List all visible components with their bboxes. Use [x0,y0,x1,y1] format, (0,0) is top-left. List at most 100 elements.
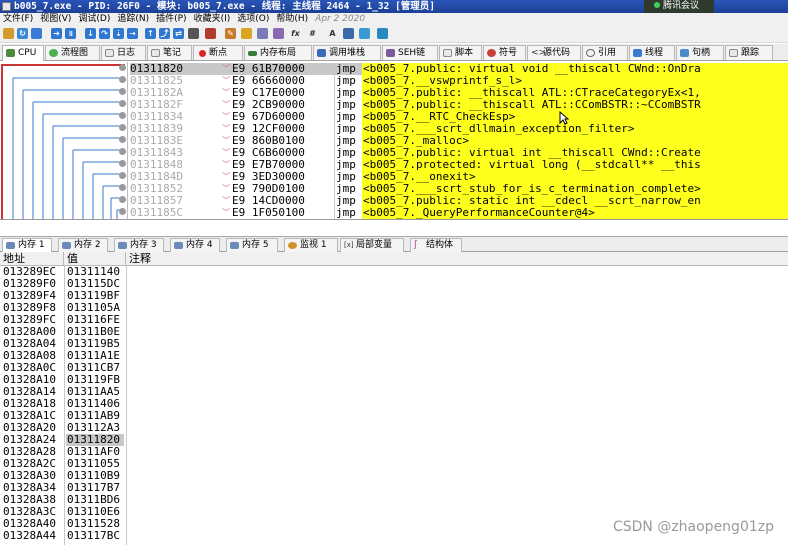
execute-till-return-icon[interactable]: ⤴ [159,28,170,39]
breakpoint-dot[interactable] [119,196,126,203]
step-into-icon[interactable]: ↓ [85,28,96,39]
tab-watch-1[interactable]: 监视 1 [284,238,338,252]
function-icon[interactable]: fx [290,28,301,39]
font-icon[interactable]: A [327,28,338,39]
tab-trace[interactable]: 跟踪 [725,45,773,60]
pause-icon[interactable]: ॥ [65,28,76,39]
build-date: Apr 2 2020 [315,14,366,24]
tab-notes[interactable]: 笔记 [147,45,192,60]
tab-source[interactable]: <> 源代码 [527,45,581,60]
tab-memory-2[interactable]: 内存 2 [58,238,108,252]
tab-locals[interactable]: [x] 局部变量 [340,238,404,252]
disasm-row[interactable]: 01311839 ﹀ E9 12CF0000 jmp <b005_7.___scrt_d… [130,123,788,135]
script-icon[interactable] [188,28,199,39]
trace-into-icon[interactable]: ⇣ [113,28,124,39]
tray-badge[interactable]: 腾讯会议 [644,0,714,13]
breakpoint-dot[interactable] [119,100,126,107]
globe-icon[interactable] [377,28,388,39]
disasm-row[interactable]: 01311843 ﹀ E9 C6B60000 jmp <b005_7.public: v… [130,147,788,159]
run-icon[interactable]: ➜ [51,28,62,39]
memory-table[interactable]: 013289EC 01311140 013289F0 013115DC 013289… [0,266,788,545]
breakpoint-dot[interactable] [119,148,126,155]
disasm-row[interactable]: 01311825 ﹀ E9 66660000 jmp <b005_7.__vswprin… [130,75,788,87]
struct-icon: ʃ [414,240,418,250]
column-header-address[interactable]: 地址 [0,252,64,266]
animate-icon[interactable]: ⇄ [173,28,184,39]
menu-trace[interactable]: 追踪(N) [114,13,153,26]
breakpoint-dot[interactable] [119,76,126,83]
bookmark-icon[interactable] [273,28,284,39]
disasm-row[interactable]: 01311857 ﹀ E9 14CD0000 jmp <b005_7.public: s… [130,195,788,207]
disasm-row[interactable]: 0131182F ﹀ E9 2CB90000 jmp <b005_7.public: _… [130,99,788,111]
menu-view[interactable]: 视图(V) [37,13,75,26]
breakpoint-dot[interactable] [119,88,126,95]
stop-script-icon[interactable] [205,28,216,39]
tab-graph[interactable]: 流程图 [45,45,100,60]
hash-icon[interactable]: # [307,28,318,39]
preferences-icon[interactable] [343,28,354,39]
run-to-user-icon[interactable]: ↑ [145,28,156,39]
disassembly-pane[interactable]: 01311820 ﹀ E9 61B70000 jmp <b005_7.public: v… [0,62,788,220]
breakpoint-dot[interactable] [119,184,126,191]
breakpoint-dot[interactable] [119,112,126,119]
tab-label: 内存 4 [186,240,213,250]
tab-cpu[interactable]: CPU [2,45,44,61]
restart-icon[interactable]: ↻ [17,28,28,39]
tab-references[interactable]: 引用 [582,45,628,60]
breakpoint-dot[interactable] [119,208,126,215]
disasm-row[interactable]: 0131184D ﹀ E9 3ED30000 jmp <b005_7.__onexit> [130,171,788,183]
comment-icon[interactable] [241,28,252,39]
disasm-row[interactable]: 0131182A ﹀ E9 C17E0000 jmp <b005_7.public: _… [130,87,788,99]
source-icon: <> [531,48,547,58]
step-over-icon[interactable]: ↷ [99,28,110,39]
disasm-row[interactable]: 01311834 ﹀ E9 67D60000 jmp <b005_7.__RTC_Che… [130,111,788,123]
breakpoint-dot[interactable] [119,160,126,167]
memory-value: 013117BC [67,529,120,542]
breakpoint-dot[interactable] [119,136,126,143]
disasm-row[interactable]: 01311820 ﹀ E9 61B70000 jmp <b005_7.public: v… [130,63,788,75]
column-header-comment[interactable]: 注释 [126,252,788,266]
menu-debug[interactable]: 调试(D) [75,13,114,26]
tab-memory-3[interactable]: 内存 3 [114,238,164,252]
disasm-row[interactable]: 01311852 ﹀ E9 790D0100 jmp <b005_7.___scrt_s… [130,183,788,195]
close-icon[interactable] [31,28,42,39]
menu-file[interactable]: 文件(F) [0,13,37,26]
tab-symbols[interactable]: 符号 [483,45,526,60]
tab-memory-map[interactable]: 内存布局 [244,45,312,60]
menu-help[interactable]: 帮助(H) [273,13,312,26]
tab-breakpoints[interactable]: 断点 [193,45,243,60]
jump-lines-svg [12,77,121,219]
tab-threads[interactable]: 线程 [629,45,675,60]
instruction-operand: <b005_7._malloc> [362,135,788,147]
menu-favourites[interactable]: 收藏夹(I) [191,13,235,26]
disasm-row[interactable]: 0131183E ﹀ E9 860B0100 jmp <b005_7._malloc> [130,135,788,147]
menu-options[interactable]: 选项(O) [234,13,273,26]
trace-over-icon[interactable]: ⇢ [127,28,138,39]
breakpoint-dot[interactable] [119,172,126,179]
disasm-row[interactable]: 0131185C ﹀ E9 1F050100 jmp <b005_7._QueryPer… [130,207,788,219]
tab-struct[interactable]: ʃ 结构体 [410,238,462,252]
column-header-value[interactable]: 值 [64,252,126,266]
tab-script[interactable]: 脚本 [439,45,482,60]
patch-icon[interactable]: ✎ [225,28,236,39]
tab-label: SEH链 [398,48,426,58]
tab-handles[interactable]: 句柄 [676,45,724,60]
disasm-row[interactable]: 01311848 ﹀ E9 E7B70000 jmp <b005_7.protected… [130,159,788,171]
tab-log[interactable]: 日志 [101,45,146,60]
tab-memory-4[interactable]: 内存 4 [170,238,220,252]
tab-seh-chain[interactable]: SEH链 [382,45,438,60]
calculator-icon[interactable] [359,28,370,39]
tab-label: 源代码 [543,48,571,58]
breakpoint-dot[interactable] [119,64,126,71]
tab-label: 内存 1 [18,240,45,250]
breakpoint-dots[interactable] [119,62,127,219]
breakpoint-dot[interactable] [119,124,126,131]
menu-plugins[interactable]: 插件(P) [153,13,190,26]
tab-call-stack[interactable]: 调用堆栈 [313,45,381,60]
tab-memory-1[interactable]: 内存 1 [2,238,52,252]
tab-label: 跟踪 [741,48,760,58]
jump-arrow-gutter[interactable] [0,62,128,219]
open-icon[interactable] [3,28,14,39]
label-icon[interactable] [257,28,268,39]
tab-memory-5[interactable]: 内存 5 [226,238,278,252]
